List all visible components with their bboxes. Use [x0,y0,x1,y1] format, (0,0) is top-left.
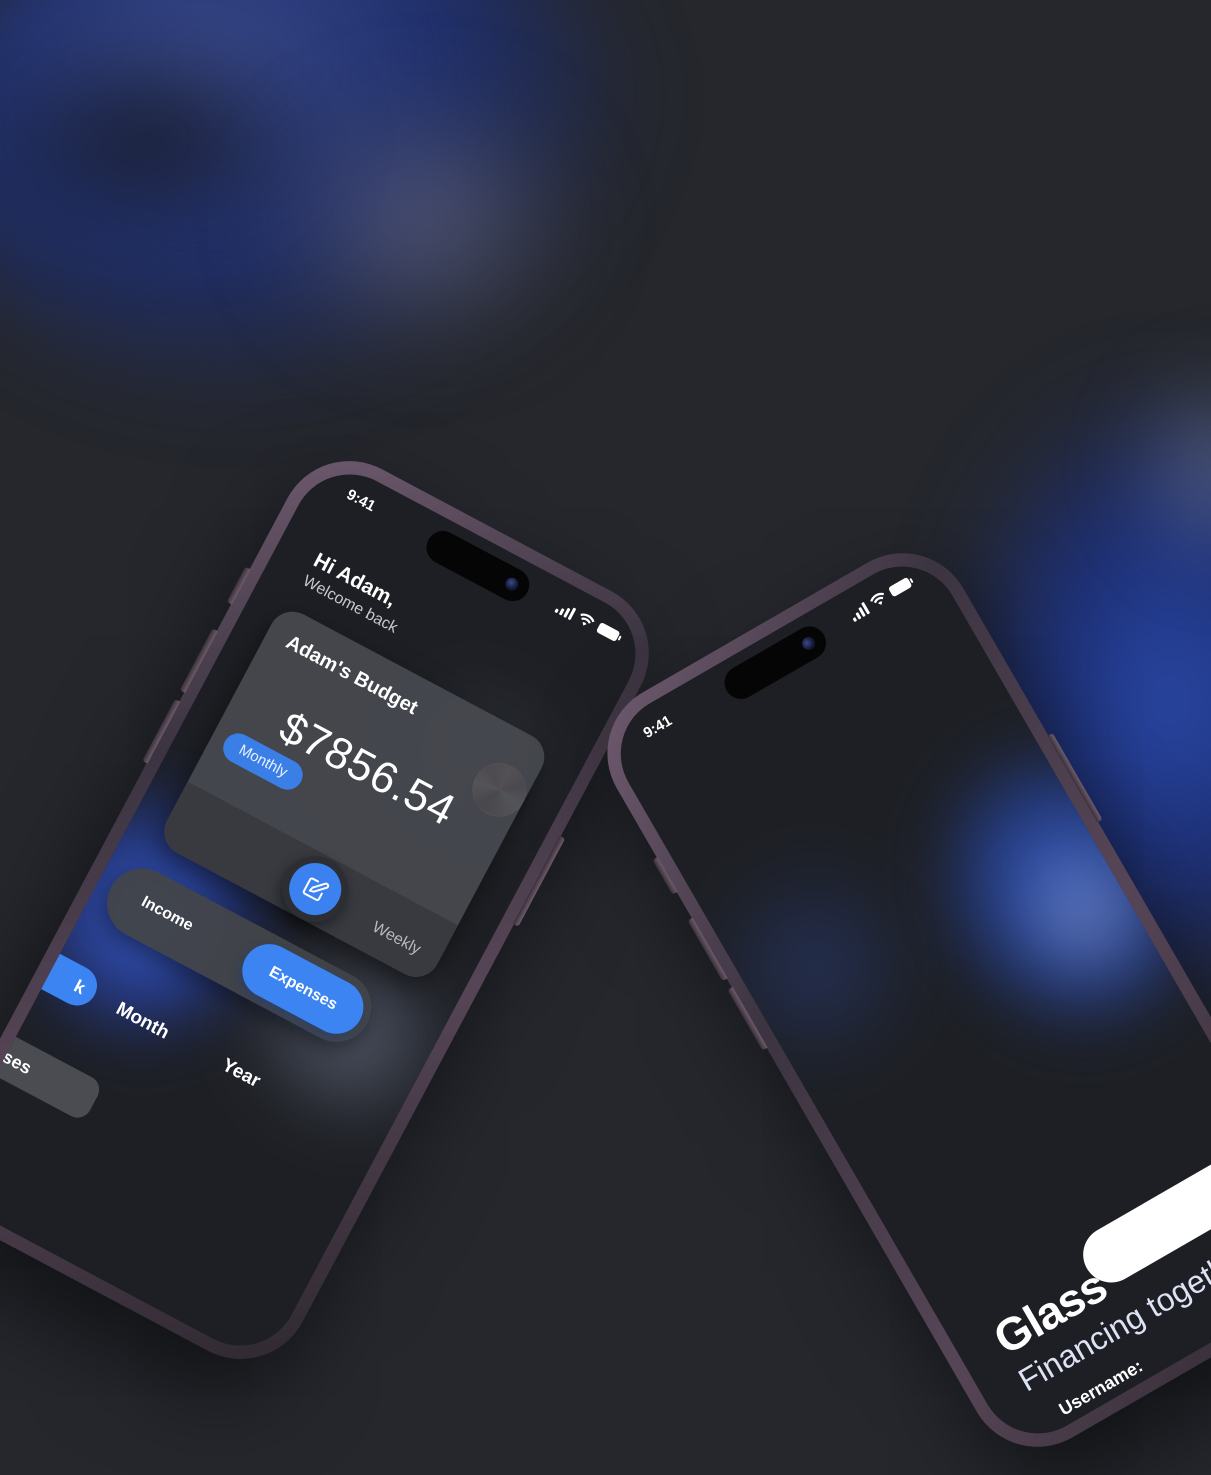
wifi-icon [870,592,885,605]
status-icons [554,599,621,643]
status-icons [848,576,914,623]
income-tab[interactable]: Income [138,893,195,935]
status-time: 9:41 [640,712,675,742]
camera-icon [503,575,521,593]
expenses-list-label: ses [0,1046,35,1079]
battery-icon [595,621,621,643]
expenses-list-header: ses [0,1027,105,1123]
camera-icon [799,634,818,653]
username-placeholder: ame [1111,1402,1147,1434]
edit-icon [302,877,330,902]
status-time: 9:41 [343,485,379,516]
wifi-icon [580,613,595,626]
battery-icon [887,576,913,598]
